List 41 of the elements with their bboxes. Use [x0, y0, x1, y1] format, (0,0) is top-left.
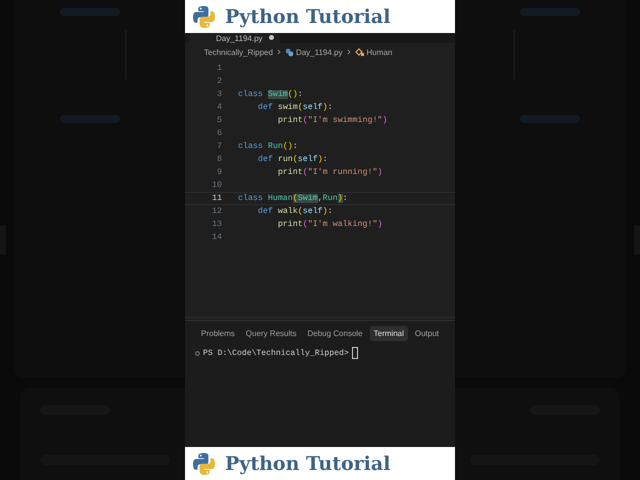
line-number: 14	[211, 233, 222, 242]
line-number: 1	[216, 64, 222, 73]
line-number: 9	[216, 168, 222, 177]
panel-tab[interactable]: Debug Console	[303, 326, 367, 341]
line-number: 2	[216, 77, 222, 86]
class-icon	[354, 48, 364, 56]
line-number: 5	[216, 116, 222, 125]
panel-tab[interactable]: Query Results	[242, 326, 300, 341]
line-number: 8	[216, 155, 222, 164]
code-line: def swim(self):	[256, 103, 333, 112]
line-number: 13	[211, 220, 222, 229]
code-line: class Swim():	[238, 90, 303, 99]
cursor-icon	[352, 347, 358, 359]
line-number: 10	[211, 181, 222, 190]
code-line: print("I'm walking!")	[276, 220, 382, 229]
panel-tab[interactable]: Output	[410, 326, 443, 341]
line-number: 7	[216, 142, 222, 151]
breadcrumb-item[interactable]: Technically_Ripped	[204, 48, 273, 56]
file-icon	[284, 48, 294, 56]
breadcrumb-item[interactable]: Day_1194.py	[296, 48, 342, 56]
breadcrumb-item[interactable]: Human	[366, 48, 392, 56]
line-number: 4	[216, 103, 222, 112]
line-number: 3	[216, 90, 222, 99]
code-line: def run(self):	[256, 155, 328, 164]
line-number: 11	[211, 194, 222, 203]
code-line: class Run():	[238, 142, 298, 151]
code-line: def walk(self):	[256, 207, 333, 216]
line-number: 6	[216, 129, 222, 138]
panel-tab[interactable]: Problems	[197, 326, 239, 341]
status-circle-icon	[195, 350, 200, 356]
code-line: print("I'm running!")	[276, 168, 382, 177]
logo-icon	[192, 452, 216, 476]
terminal-prompt: PS D:\Code\Technically_Ripped>	[203, 348, 349, 358]
line-number: 12	[211, 207, 222, 216]
logo-icon	[192, 4, 216, 28]
code-line: class Human(Swim,Run):	[238, 194, 348, 203]
editor-tab[interactable]: Day_1194.py	[190, 33, 280, 43]
code-line: print("I'm swimming!")	[276, 116, 388, 125]
banner-title: Python Tutorial	[225, 452, 390, 474]
banner-title: Python Tutorial	[225, 6, 390, 28]
panel-tab[interactable]: Terminal	[370, 326, 408, 341]
